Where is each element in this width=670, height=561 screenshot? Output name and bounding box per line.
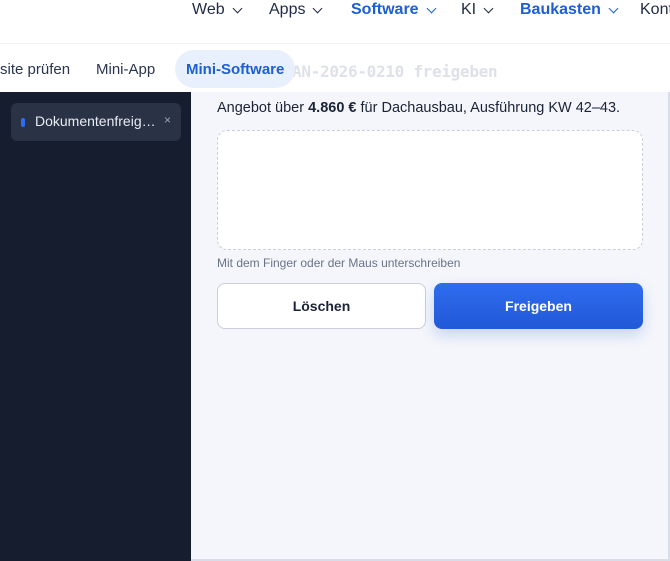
sidebar: Dokumentenfreig… × xyxy=(0,92,191,561)
tab-website-pruefen[interactable]: site prüfen xyxy=(0,50,70,88)
signature-hint: Mit dem Finger oder der Maus unterschrei… xyxy=(217,256,461,270)
chevron-down-icon xyxy=(483,3,494,13)
offer-suffix: für Dachausbau, Ausführung KW 42–43. xyxy=(356,100,621,116)
approve-button[interactable]: Freigeben xyxy=(434,283,643,329)
nav-item-label: Web xyxy=(192,1,225,18)
nav-item-label: Kont xyxy=(640,1,670,18)
top-navigation: Web Apps Software KI Baukasten Kont xyxy=(0,0,670,44)
document-tab-label: Dokumentenfreig… xyxy=(35,113,156,129)
nav-item-ki[interactable]: KI xyxy=(461,0,494,20)
nav-item-label: Software xyxy=(351,1,419,18)
nav-item-kontakt[interactable]: Kont xyxy=(640,0,670,20)
nav-item-label: KI xyxy=(461,1,477,18)
tab-mini-software[interactable]: Mini-Software xyxy=(175,50,296,88)
offer-prefix: Angebot über xyxy=(217,100,309,116)
offer-amount: 4.860 € xyxy=(308,100,357,116)
close-icon[interactable]: × xyxy=(164,113,171,127)
offer-text: Angebot über 4.860 € für Dachausbau, Aus… xyxy=(217,100,620,116)
nav-item-baukasten[interactable]: Baukasten xyxy=(520,0,619,20)
clear-button[interactable]: Löschen xyxy=(217,283,426,329)
status-dot-icon xyxy=(21,118,25,127)
tab-mini-app[interactable]: Mini-App xyxy=(96,50,155,88)
tab-label: Mini-Software xyxy=(186,60,285,78)
signature-pad[interactable] xyxy=(217,130,643,250)
nav-item-apps[interactable]: Apps xyxy=(269,0,323,20)
nav-item-label: Baukasten xyxy=(520,1,601,18)
nav-item-software[interactable]: Software xyxy=(351,0,437,20)
faded-page-title: AN-2026-0210 freigeben xyxy=(292,62,498,81)
tab-label: Mini-App xyxy=(96,60,156,78)
chevron-down-icon xyxy=(232,3,243,13)
nav-item-label: Apps xyxy=(269,1,306,18)
nav-item-web[interactable]: Web xyxy=(192,0,243,20)
chevron-down-icon xyxy=(608,3,619,13)
tab-label: site prüfen xyxy=(0,60,71,78)
chevron-down-icon xyxy=(426,3,437,13)
chevron-down-icon xyxy=(313,3,323,13)
document-tab[interactable]: Dokumentenfreig… × xyxy=(11,103,181,141)
main-content: Angebot über 4.860 € für Dachausbau, Aus… xyxy=(191,92,670,561)
